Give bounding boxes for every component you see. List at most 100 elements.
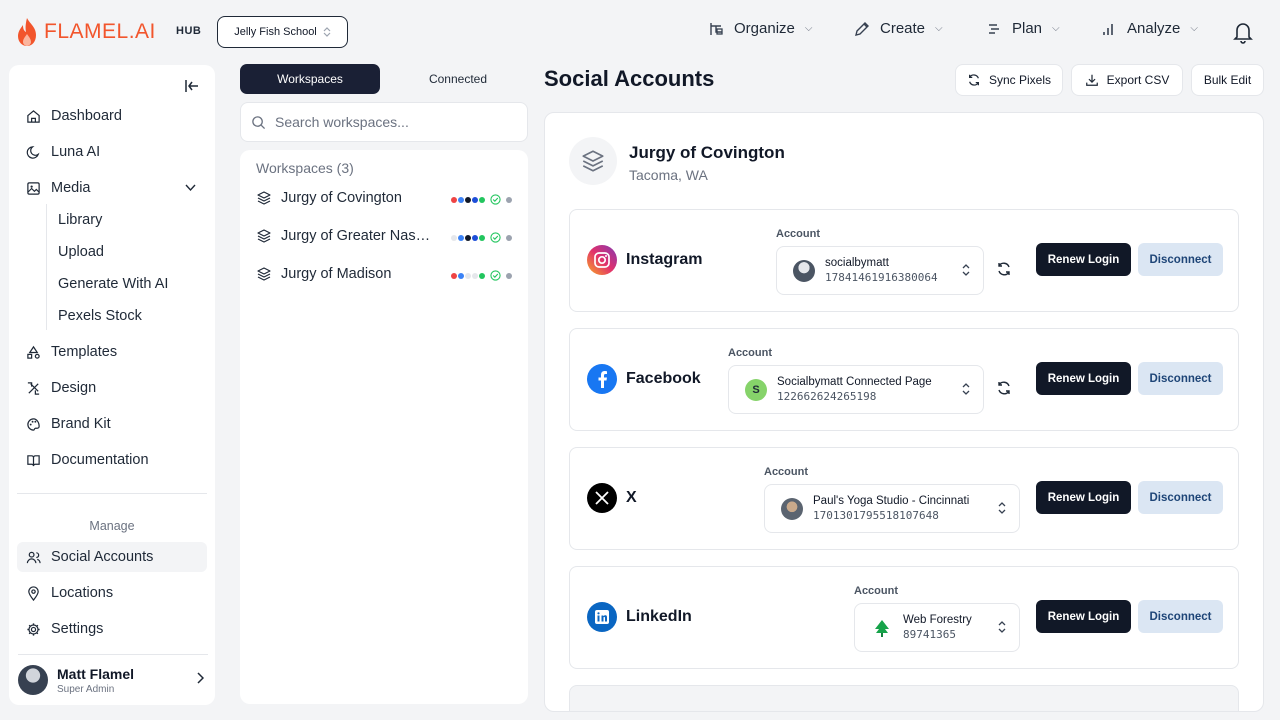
user-role: Super Admin <box>57 684 115 695</box>
user-profile[interactable]: Matt Flamel Super Admin <box>18 654 208 704</box>
linkedin-icon <box>587 602 617 632</box>
nav-analyze[interactable]: Analyze ⌵ <box>1101 20 1198 37</box>
account-id: 122662624265198 <box>777 390 877 403</box>
nav-organize[interactable]: Organize ⌵ <box>708 20 812 37</box>
nav-plan[interactable]: Plan ⌵ <box>986 20 1060 37</box>
sidebar-subitem-pexels[interactable]: Pexels Stock <box>58 308 142 324</box>
search-input[interactable] <box>275 114 515 130</box>
sidebar-item-documentation[interactable]: Documentation <box>17 445 207 475</box>
chevron-updown-icon <box>998 502 1006 514</box>
renew-login-button[interactable]: Renew Login <box>1036 243 1131 276</box>
list-item[interactable]: Jurgy of Greater Nashville <box>256 224 514 248</box>
sidebar-subitem-upload[interactable]: Upload <box>58 244 104 260</box>
submenu-line <box>46 204 47 330</box>
sidebar-item-settings[interactable]: Settings <box>17 614 207 644</box>
tab-connected[interactable]: Connected <box>388 64 528 94</box>
nav-create-label: Create <box>880 20 926 37</box>
sidebar-item-templates[interactable]: Templates <box>17 337 207 367</box>
sidebar-item-label: Social Accounts <box>51 549 154 565</box>
workspace-name: Jurgy of Covington <box>281 190 402 206</box>
location-city: Tacoma, WA <box>629 167 708 183</box>
renew-login-button[interactable]: Renew Login <box>1036 600 1131 633</box>
bulk-edit-button[interactable]: Bulk Edit <box>1191 64 1264 96</box>
sidebar: Dashboard Luna AI Media Library Upload G… <box>9 65 215 705</box>
nav-plan-label: Plan <box>1012 20 1043 37</box>
user-name: Matt Flamel <box>57 666 135 682</box>
account-label: Account <box>776 228 820 240</box>
sidebar-item-brand-kit[interactable]: Brand Kit <box>17 409 207 439</box>
status-dot <box>451 196 457 203</box>
sidebar-item-design[interactable]: Design <box>17 373 207 403</box>
image-icon <box>27 181 40 195</box>
sidebar-item-label: Dashboard <box>51 108 122 124</box>
sidebar-item-dashboard[interactable]: Dashboard <box>17 101 207 131</box>
home-icon <box>27 109 40 123</box>
facebook-icon <box>587 364 617 394</box>
moon-icon <box>26 145 40 159</box>
nav-analyze-label: Analyze <box>1127 20 1181 37</box>
brand-name: FLAMEL.AI <box>44 20 156 43</box>
list-item[interactable]: Jurgy of Covington <box>256 186 514 210</box>
status-dot <box>458 234 464 241</box>
disconnect-button[interactable]: Disconnect <box>1138 600 1223 633</box>
bulk-edit-label: Bulk Edit <box>1203 73 1252 87</box>
avatar <box>793 260 815 282</box>
palette-icon <box>27 417 40 431</box>
sync-pixels-button[interactable]: Sync Pixels <box>955 64 1063 96</box>
disconnect-button[interactable]: Disconnect <box>1138 243 1223 276</box>
status-dot <box>465 196 471 203</box>
avatar <box>18 664 48 695</box>
book-icon <box>27 454 40 466</box>
gear-icon <box>27 622 40 636</box>
status-dot <box>506 234 512 241</box>
school-selector[interactable]: Jelly Fish School <box>217 16 348 48</box>
list-item[interactable]: Jurgy of Madison <box>256 262 514 286</box>
tab-workspaces[interactable]: Workspaces <box>240 64 380 94</box>
chevron-down-icon: ⌵ <box>1052 23 1060 34</box>
refresh-icon[interactable] <box>996 261 1012 277</box>
disconnect-button[interactable]: Disconnect <box>1138 481 1223 514</box>
users-icon <box>26 551 41 563</box>
brand-logo[interactable]: FLAMEL.AI <box>16 17 156 47</box>
sidebar-item-locations[interactable]: Locations <box>17 578 207 608</box>
workspace-name: Jurgy of Greater Nashville <box>281 228 433 244</box>
avatar <box>781 498 803 520</box>
refresh-icon <box>968 74 979 86</box>
account-card-instagram: Instagram Account socialbymatt 178414619… <box>569 209 1239 312</box>
sidebar-item-label: Luna AI <box>51 144 101 160</box>
workspace-search <box>240 102 528 142</box>
layers-icon <box>257 267 271 281</box>
refresh-icon[interactable] <box>996 380 1012 396</box>
renew-login-button[interactable]: Renew Login <box>1036 362 1131 395</box>
collapse-sidebar-icon[interactable] <box>184 79 200 93</box>
sidebar-item-label: Design <box>51 380 97 396</box>
status-dot <box>465 272 471 279</box>
sidebar-item-label: Locations <box>51 585 114 601</box>
disconnect-button[interactable]: Disconnect <box>1138 362 1223 395</box>
renew-login-button[interactable]: Renew Login <box>1036 481 1131 514</box>
sidebar-item-social-accounts[interactable]: Social Accounts <box>17 542 207 572</box>
account-select[interactable]: S Socialbymatt Connected Page 1226626242… <box>728 365 984 414</box>
account-name: Socialbymatt Connected Page <box>777 376 932 388</box>
avatar: S <box>745 379 767 401</box>
account-select[interactable]: socialbymatt 17841461916380064 <box>776 246 984 295</box>
sidebar-subitem-generate-ai[interactable]: Generate With AI <box>58 276 168 292</box>
platform-name: X <box>626 489 637 506</box>
sidebar-item-media[interactable]: Media <box>17 173 207 203</box>
status-dot <box>506 196 512 203</box>
chevron-down-icon <box>185 184 196 192</box>
hub-label: HUB <box>176 25 202 37</box>
account-select[interactable]: Paul's Yoga Studio - Cincinnati 17013017… <box>764 484 1020 533</box>
sidebar-item-luna-ai[interactable]: Luna AI <box>17 137 207 167</box>
page-title: Social Accounts <box>544 66 715 91</box>
sidebar-subitem-library[interactable]: Library <box>58 212 102 228</box>
flame-icon <box>18 18 36 46</box>
bell-icon[interactable] <box>1232 20 1254 44</box>
nav-create[interactable]: Create ⌵ <box>854 20 943 37</box>
export-csv-button[interactable]: Export CSV <box>1071 64 1183 96</box>
account-select[interactable]: Web Forestry 89741365 <box>854 603 1020 652</box>
account-id: 17841461916380064 <box>825 271 938 284</box>
account-name: Web Forestry <box>903 614 972 626</box>
sidebar-item-label: Settings <box>51 621 104 637</box>
manage-heading: Manage <box>89 519 135 533</box>
